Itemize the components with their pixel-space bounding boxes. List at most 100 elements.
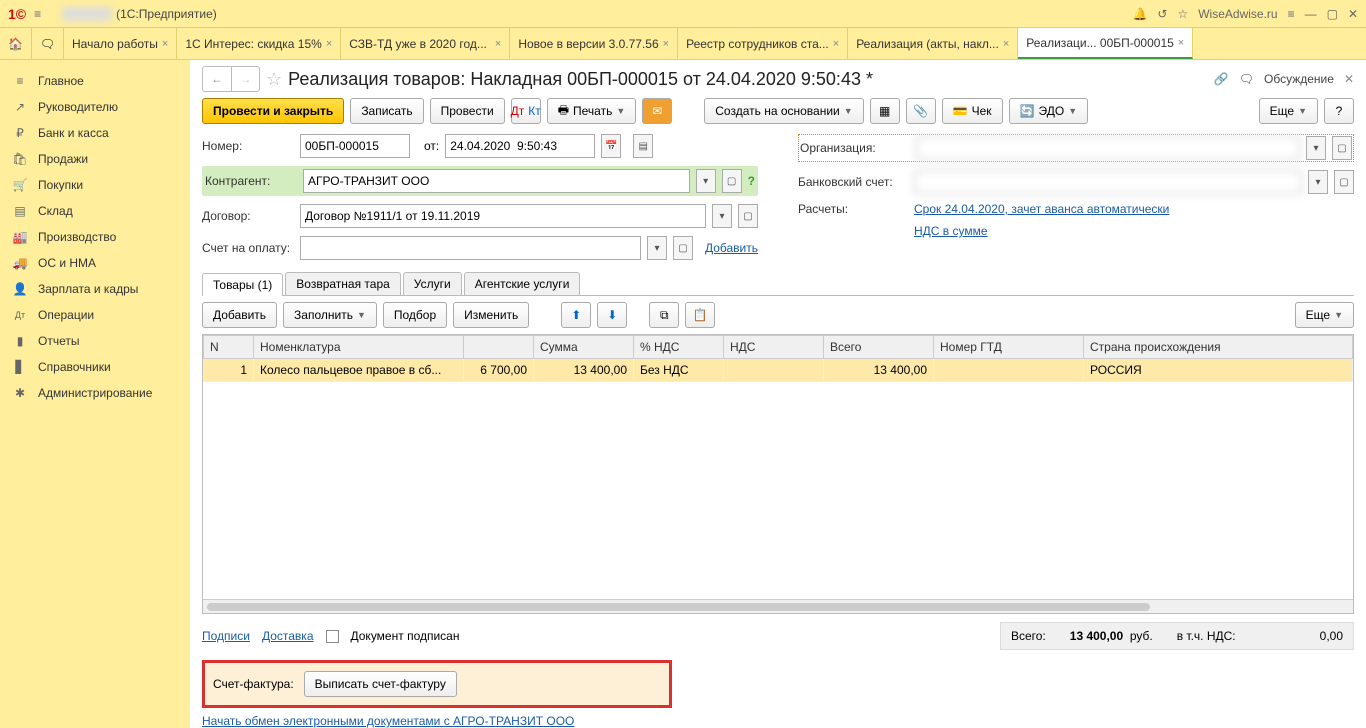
inner-tab-returnable[interactable]: Возвратная тара	[285, 272, 401, 295]
add-link[interactable]: Добавить	[705, 241, 758, 255]
move-down-button[interactable]: ⬇	[597, 302, 627, 328]
link-icon[interactable]: 🔗	[1214, 72, 1229, 86]
site-link[interactable]: WiseAdwise.ru	[1198, 7, 1277, 21]
dropdown-icon[interactable]: ▾	[1306, 136, 1326, 160]
contragent-input[interactable]	[303, 169, 690, 193]
fill-button[interactable]: Заполнить▼	[283, 302, 377, 328]
close-icon[interactable]: ×	[1178, 37, 1184, 49]
sidebar-item-main[interactable]: ≡Главное	[0, 68, 190, 94]
col-country[interactable]: Страна происхождения	[1084, 336, 1353, 359]
sidebar-item-catalogs[interactable]: ▋Справочники	[0, 354, 190, 380]
dtkt-button[interactable]: ДтКт	[511, 98, 541, 124]
sidebar-item-admin[interactable]: ✱Администрирование	[0, 380, 190, 406]
add-button[interactable]: Добавить	[202, 302, 277, 328]
discuss-icon[interactable]: 🗨	[1239, 72, 1254, 86]
sidebar-item-operations[interactable]: ДтОперации	[0, 302, 190, 328]
bell-icon[interactable]: 🔔	[1132, 7, 1147, 21]
paste-button[interactable]: 📋	[685, 302, 715, 328]
sidebar-item-warehouse[interactable]: ▤Склад	[0, 198, 190, 224]
back-button[interactable]: ←	[203, 67, 231, 91]
post-close-button[interactable]: Провести и закрыть	[202, 98, 344, 124]
exchange-link[interactable]: Начать обмен электронными документами с …	[202, 714, 1354, 728]
sidebar-item-reports[interactable]: ▮Отчеты	[0, 328, 190, 354]
vat-link[interactable]: НДС в сумме	[914, 224, 988, 238]
tab-1[interactable]: 1С Интерес: скидка 15%×	[177, 28, 341, 59]
close-icon[interactable]: ×	[495, 38, 501, 50]
h-scrollbar[interactable]	[203, 599, 1353, 613]
tab-6-active[interactable]: Реализаци... 00БП-000015×	[1018, 28, 1193, 59]
org-input[interactable]	[916, 136, 1300, 160]
open-icon[interactable]: ▢	[722, 169, 742, 193]
help-icon[interactable]: ?	[748, 174, 755, 188]
home-tab[interactable]: 🏠	[0, 28, 32, 59]
sidebar-item-manager[interactable]: ↗Руководителю	[0, 94, 190, 120]
open-icon[interactable]: ▢	[1334, 170, 1354, 194]
col-n[interactable]: N	[204, 336, 254, 359]
sidebar-item-production[interactable]: 🏭Производство	[0, 224, 190, 250]
number-input[interactable]	[300, 134, 410, 158]
inner-tab-services[interactable]: Услуги	[403, 272, 462, 295]
tab-2[interactable]: СЗВ-ТД уже в 2020 год...×	[341, 28, 510, 59]
close-icon[interactable]: ×	[162, 38, 168, 50]
chat-tab[interactable]: 🗨	[32, 28, 64, 59]
more-button-2[interactable]: Еще▼	[1295, 302, 1354, 328]
create-based-button[interactable]: Создать на основании▼	[704, 98, 863, 124]
close-icon[interactable]: ×	[663, 38, 669, 50]
col-price[interactable]	[464, 336, 534, 359]
open-icon[interactable]: ▢	[673, 236, 693, 260]
dropdown-icon[interactable]: ▾	[696, 169, 716, 193]
dropdown-icon[interactable]: ▾	[647, 236, 667, 260]
attach-button[interactable]: 📎	[906, 98, 936, 124]
col-nomen[interactable]: Номенклатура	[254, 336, 464, 359]
inner-tab-agent[interactable]: Агентские услуги	[464, 272, 581, 295]
close-icon[interactable]: ×	[833, 38, 839, 50]
col-sum[interactable]: Сумма	[534, 336, 634, 359]
delivery-link[interactable]: Доставка	[262, 629, 314, 643]
help-button[interactable]: ?	[1324, 98, 1354, 124]
list-icon[interactable]: ▤	[633, 134, 653, 158]
move-up-button[interactable]: ⬆	[561, 302, 591, 328]
forward-button[interactable]: →	[231, 67, 259, 91]
post-button[interactable]: Провести	[430, 98, 505, 124]
tab-5[interactable]: Реализация (акты, накл...×	[848, 28, 1018, 59]
more-button[interactable]: Еще▼	[1259, 98, 1318, 124]
discuss-label[interactable]: Обсуждение	[1264, 72, 1334, 86]
mail-button[interactable]: ✉	[642, 98, 672, 124]
sidebar-item-hr[interactable]: 👤Зарплата и кадры	[0, 276, 190, 302]
col-vat[interactable]: НДС	[724, 336, 824, 359]
inner-tab-goods[interactable]: Товары (1)	[202, 273, 283, 296]
invoice-for-input[interactable]	[300, 236, 641, 260]
edo-button[interactable]: 🔄ЭДО▼	[1009, 98, 1089, 124]
tab-4[interactable]: Реестр сотрудников ста...×	[678, 28, 848, 59]
col-vat-rate[interactable]: % НДС	[634, 336, 724, 359]
col-total[interactable]: Всего	[824, 336, 934, 359]
change-button[interactable]: Изменить	[453, 302, 529, 328]
sidebar-item-bank[interactable]: ₽Банк и касса	[0, 120, 190, 146]
close-icon[interactable]: ×	[326, 38, 332, 50]
close-icon[interactable]: ×	[1003, 38, 1009, 50]
open-icon[interactable]: ▢	[1332, 136, 1352, 160]
check-button[interactable]: 💳Чек	[942, 98, 1003, 124]
col-gtd[interactable]: Номер ГТД	[934, 336, 1084, 359]
structure-button[interactable]: ▦	[870, 98, 900, 124]
tab-3[interactable]: Новое в версии 3.0.77.56×	[510, 28, 678, 59]
minimize-icon[interactable]: —	[1305, 7, 1317, 21]
dropdown-icon[interactable]: ▾	[1308, 170, 1328, 194]
close-panel-icon[interactable]: ✕	[1344, 72, 1354, 86]
date-input[interactable]	[445, 134, 595, 158]
sidebar-item-sales[interactable]: 🛍Продажи	[0, 146, 190, 172]
copy-button[interactable]: ⧉	[649, 302, 679, 328]
history-icon[interactable]: ↺	[1157, 7, 1167, 21]
sidebar-item-purchases[interactable]: 🛒Покупки	[0, 172, 190, 198]
settle-link[interactable]: Срок 24.04.2020, зачет аванса автоматиче…	[914, 202, 1169, 216]
maximize-icon[interactable]: ▢	[1327, 7, 1338, 21]
star-icon[interactable]: ☆	[1177, 7, 1188, 21]
issue-invoice-button[interactable]: Выписать счет-фактуру	[304, 671, 457, 697]
settings-icon[interactable]: ≡	[1288, 7, 1295, 21]
favorite-icon[interactable]: ☆	[266, 69, 282, 90]
table-row[interactable]: 1 Колесо пальцевое правое в сб... 6 700,…	[204, 359, 1353, 382]
signatures-link[interactable]: Подписи	[202, 629, 250, 643]
hamburger-icon[interactable]: ≡	[34, 7, 54, 21]
sidebar-item-assets[interactable]: 🚚ОС и НМА	[0, 250, 190, 276]
close-icon[interactable]: ✕	[1348, 7, 1358, 21]
